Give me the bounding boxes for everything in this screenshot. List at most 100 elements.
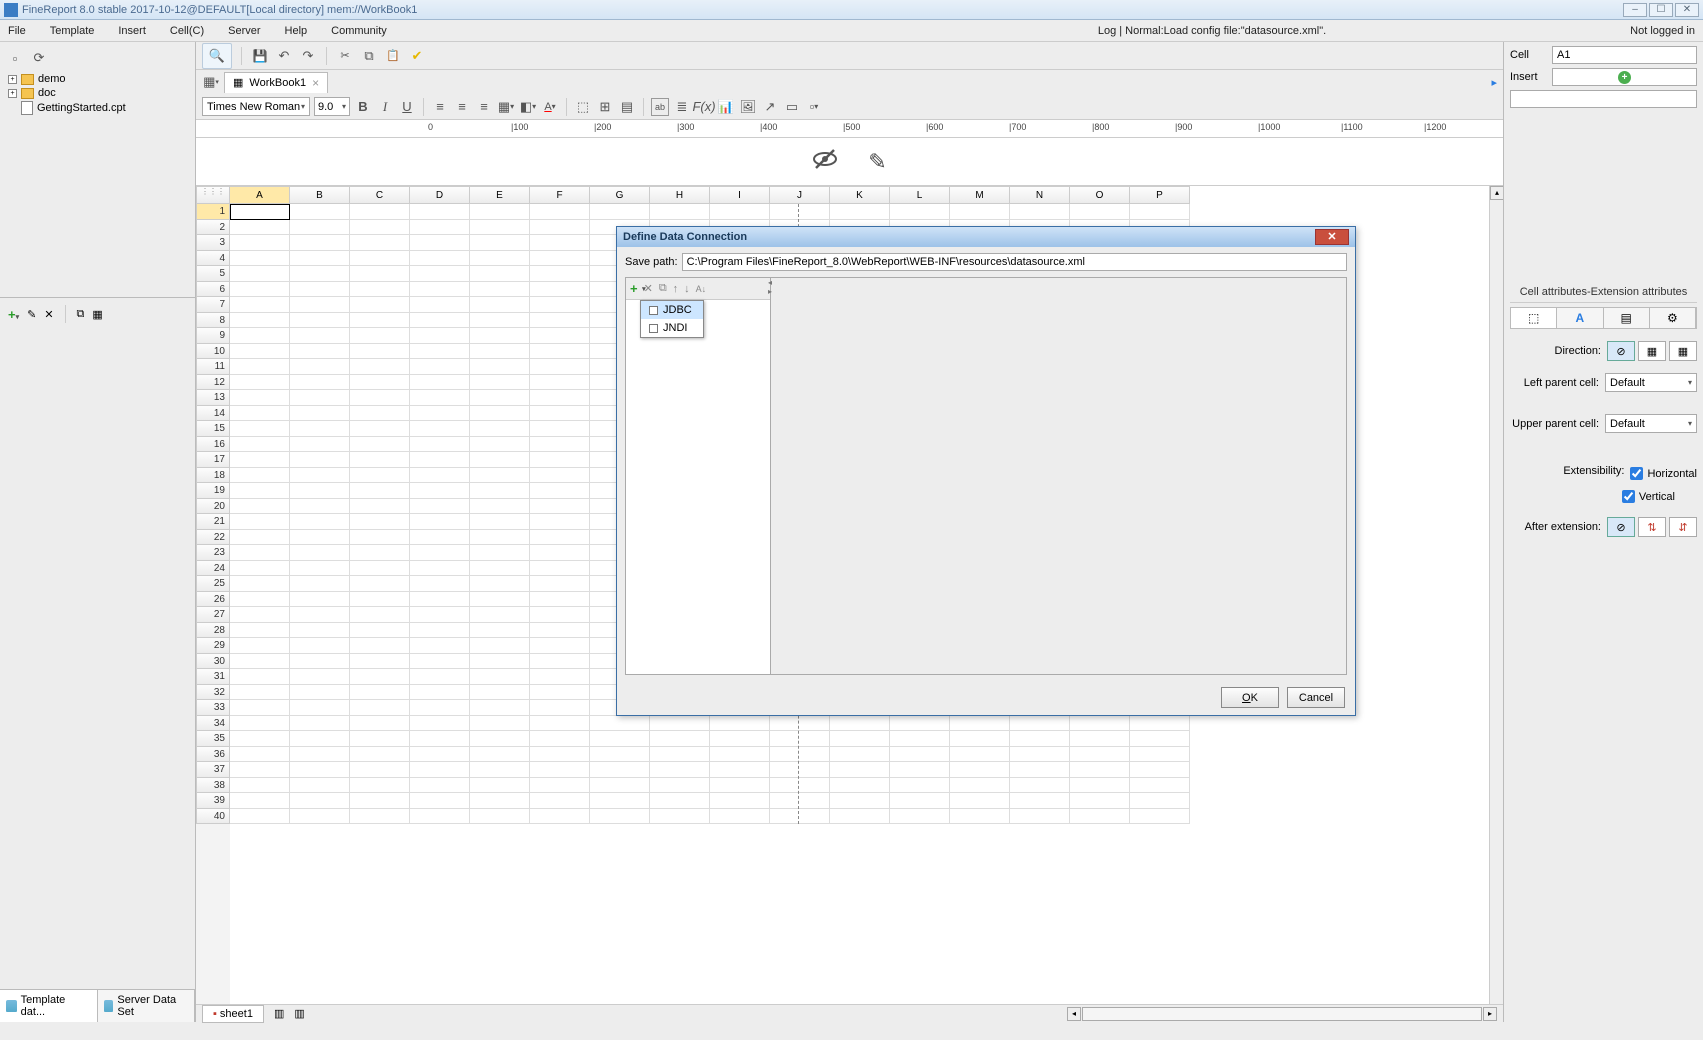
cell[interactable] [470, 251, 530, 267]
cell[interactable] [410, 592, 470, 608]
cell[interactable] [470, 328, 530, 344]
cell[interactable] [710, 809, 770, 825]
cell[interactable] [290, 437, 350, 453]
cell[interactable] [290, 390, 350, 406]
cell[interactable] [290, 204, 350, 220]
left-parent-select[interactable]: Default▾ [1605, 373, 1697, 392]
column-header[interactable]: P [1130, 186, 1190, 204]
sheet-tab[interactable]: ▪ sheet1 [202, 1005, 264, 1023]
cell[interactable] [470, 700, 530, 716]
cell[interactable] [230, 809, 290, 825]
cell[interactable] [290, 328, 350, 344]
cell[interactable] [890, 793, 950, 809]
row-header[interactable]: 26 [196, 592, 230, 608]
row-header[interactable]: 16 [196, 437, 230, 453]
cell[interactable] [530, 778, 590, 794]
cell[interactable] [950, 716, 1010, 732]
cell[interactable] [410, 716, 470, 732]
cell[interactable] [1070, 809, 1130, 825]
row-header[interactable]: 30 [196, 654, 230, 670]
copy-icon[interactable]: ⧉ [77, 308, 85, 321]
cell[interactable] [650, 731, 710, 747]
cell[interactable] [410, 778, 470, 794]
cell[interactable] [890, 747, 950, 763]
cell[interactable] [230, 406, 290, 422]
cell[interactable] [350, 685, 410, 701]
cell[interactable] [290, 251, 350, 267]
cell[interactable] [410, 685, 470, 701]
menu-help[interactable]: Help [285, 25, 308, 37]
cell[interactable] [290, 220, 350, 236]
cell-reference-input[interactable]: A1 [1552, 46, 1697, 64]
menu-cell[interactable]: Cell(C) [170, 25, 204, 37]
row-header[interactable]: 8 [196, 313, 230, 329]
close-window-button[interactable]: ✕ [1675, 3, 1699, 17]
column-header[interactable]: C [350, 186, 410, 204]
ok-button[interactable]: OK [1221, 687, 1279, 708]
cell[interactable] [830, 778, 890, 794]
border-icon[interactable]: ▦▾ [497, 98, 515, 116]
cancel-button[interactable]: Cancel [1287, 687, 1345, 708]
cell[interactable] [230, 700, 290, 716]
row-header[interactable]: 10 [196, 344, 230, 360]
cell[interactable] [590, 793, 650, 809]
cell[interactable] [650, 762, 710, 778]
cell[interactable] [890, 716, 950, 732]
cell[interactable] [290, 747, 350, 763]
cell[interactable] [350, 778, 410, 794]
tree-item-doc[interactable]: + doc [8, 86, 187, 100]
cell[interactable] [410, 359, 470, 375]
cell[interactable] [410, 669, 470, 685]
cell[interactable] [830, 731, 890, 747]
cell[interactable] [530, 375, 590, 391]
row-header[interactable]: 39 [196, 793, 230, 809]
dialog-close-button[interactable]: ✕ [1315, 229, 1349, 245]
cell[interactable] [410, 793, 470, 809]
cell[interactable] [650, 793, 710, 809]
cell[interactable] [230, 390, 290, 406]
cell[interactable] [470, 375, 530, 391]
cell[interactable] [350, 468, 410, 484]
fill-color-icon[interactable]: ◧▾ [519, 98, 537, 116]
clear-icon[interactable]: ▭ [783, 98, 801, 116]
cell[interactable] [590, 778, 650, 794]
row-header[interactable]: 18 [196, 468, 230, 484]
cell[interactable] [350, 375, 410, 391]
cell[interactable] [590, 731, 650, 747]
cell[interactable] [470, 669, 530, 685]
cell[interactable] [530, 685, 590, 701]
merge-icon[interactable]: ⬚ [574, 98, 592, 116]
cell[interactable] [230, 282, 290, 298]
cell[interactable] [410, 375, 470, 391]
column-header[interactable]: F [530, 186, 590, 204]
upper-parent-select[interactable]: Default▾ [1605, 414, 1697, 433]
cell[interactable] [650, 747, 710, 763]
cell[interactable] [530, 654, 590, 670]
cell[interactable] [410, 654, 470, 670]
attr-tab-other[interactable]: ⚙ [1650, 308, 1696, 328]
cell[interactable] [470, 561, 530, 577]
row-header[interactable]: 7 [196, 297, 230, 313]
cell[interactable] [410, 700, 470, 716]
cell[interactable] [530, 530, 590, 546]
cell[interactable] [470, 313, 530, 329]
cell[interactable] [470, 530, 530, 546]
cell[interactable] [230, 499, 290, 515]
cell[interactable] [350, 654, 410, 670]
cell[interactable] [530, 204, 590, 220]
cell[interactable] [530, 468, 590, 484]
row-header[interactable]: 36 [196, 747, 230, 763]
cell[interactable] [290, 793, 350, 809]
cell[interactable] [230, 731, 290, 747]
cell[interactable] [230, 545, 290, 561]
cell[interactable] [230, 530, 290, 546]
move-down-icon[interactable]: ↓ [684, 283, 690, 295]
cell[interactable] [230, 638, 290, 654]
row-header[interactable]: 23 [196, 545, 230, 561]
cell[interactable] [410, 390, 470, 406]
refresh-icon[interactable]: ⟳ [30, 49, 48, 67]
cell[interactable] [410, 468, 470, 484]
cell[interactable] [290, 592, 350, 608]
cell[interactable] [350, 592, 410, 608]
value-input[interactable] [1510, 90, 1697, 108]
